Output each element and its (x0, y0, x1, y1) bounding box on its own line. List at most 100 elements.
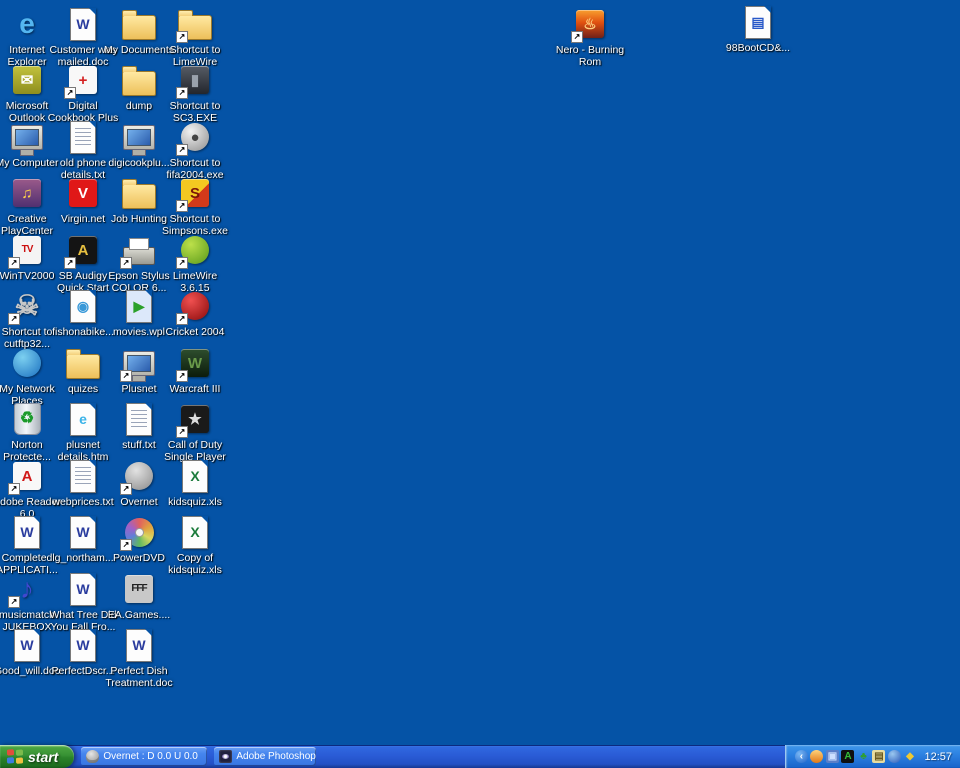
tray-green-tree-icon[interactable]: ♣ (857, 750, 870, 763)
avg-antivirus-icon[interactable]: A (841, 750, 854, 763)
job-hunting-icon (121, 175, 157, 211)
my-computer-icon (9, 119, 45, 155)
tray-network-windows-icon[interactable]: ▣ (826, 750, 839, 763)
call-of-duty-single-player-icon: ★↗ (177, 401, 213, 437)
shortcut-arrow-overlay: ↗ (176, 144, 188, 156)
desktop-icon-label: movies.wpl (113, 326, 165, 338)
creative-playcenter-icon: ♫ (9, 175, 45, 211)
desktop-icon-label: Perfect Dish Treatment.doc (103, 665, 175, 689)
desktop-icon-copy-of-kidsquiz-xls[interactable]: XCopy of kidsquiz.xls (159, 514, 231, 576)
desktop-icon-98bootcd[interactable]: ▤ 98BootCD&... (722, 4, 794, 54)
shortcut-arrow-overlay: ↗ (120, 539, 132, 551)
shortcut-arrow-overlay: ↗ (64, 257, 76, 269)
epson-status-icon[interactable]: ▤ (872, 750, 885, 763)
shortcut-to-sc3-exe-icon: ▮↗ (177, 62, 213, 98)
desktop-icon-label: kidsquiz.xls (168, 496, 222, 508)
fishonabike-icon: ◉ (65, 288, 101, 324)
epson-stylus-color-6-icon: ↗ (121, 232, 157, 268)
desktop-icon-warcraft-iii[interactable]: W↗ Warcraft III (159, 345, 231, 395)
movies-wpl-icon: ▶ (121, 288, 157, 324)
webprices-txt-icon (65, 458, 101, 494)
desktop-icon-shortcut-to-limewire[interactable]: ↗Shortcut to LimeWire (159, 6, 231, 68)
warcraft-iii-icon: W↗ (177, 345, 213, 381)
taskbar: start Overnet : D 0.0 U 0.0 Adobe Photos… (0, 745, 960, 768)
start-button[interactable]: start (0, 745, 74, 768)
shortcut-to-simpsons-exe-icon: S↗ (177, 175, 213, 211)
musicmatch-jukebox-icon: ♪↗ (9, 571, 45, 607)
system-tray: ‹ ▣A♣▤ ◆ 12:57 (785, 745, 960, 768)
virgin-net-icon: V (65, 175, 101, 211)
shortcut-arrow-overlay: ↗ (176, 313, 188, 325)
desktop-icon-perfect-dish-treatment-doc[interactable]: WPerfect Dish Treatment.doc (103, 627, 175, 689)
desktop-icon-limewire-3-6-15[interactable]: ↗LimeWire 3.6.15 (159, 232, 231, 294)
clock[interactable]: 12:57 (924, 751, 952, 763)
plusnet-details-htm-icon: e (65, 401, 101, 437)
my-documents-icon (121, 6, 157, 42)
taskbar-button-adobe-photoshop[interactable]: Adobe Photoshop (214, 747, 316, 766)
shortcut-to-limewire-icon: ↗ (177, 6, 213, 42)
desktop-icon-label: Nero - Burning Rom (554, 44, 626, 68)
powerdvd-icon: ↗ (121, 514, 157, 550)
digital-cookbook-plus-icon: +↗ (65, 62, 101, 98)
photoshop-icon (219, 750, 232, 763)
norton-protecte-icon: ♻ (9, 401, 45, 437)
tray-yellow-diamond-icon[interactable]: ◆ (903, 750, 916, 763)
shortcut-arrow-overlay: ↗ (8, 313, 20, 325)
start-label: start (28, 749, 58, 765)
shortcut-to-fifa2004-exe-icon: ●↗ (177, 119, 213, 155)
desktop-icon-nero-burning-rom[interactable]: ♨↗Nero - Burning Rom (554, 6, 626, 68)
completed-applicati-icon: W (9, 514, 45, 550)
desktop-icon-cricket-2004[interactable]: ↗Cricket 2004 (159, 288, 231, 338)
desktop-icon-label: quizes (68, 383, 98, 395)
taskbar-button-label: Adobe Photoshop (236, 751, 316, 762)
desktop-icon-ea-games[interactable]: FFF EA.Games.... (103, 571, 175, 621)
desktop-icon-shortcut-to-sc3-exe[interactable]: ▮↗Shortcut to SC3.EXE (159, 62, 231, 124)
desktop-icon-call-of-duty-single-player[interactable]: ★↗Call of Duty Single Player (159, 401, 231, 463)
desktop-icon-shortcut-to-fifa2004-exe[interactable]: ●↗Shortcut to fifa2004.exe (159, 119, 231, 181)
shortcut-arrow-overlay: ↗ (120, 257, 132, 269)
microsoft-outlook-icon: ✉ (9, 62, 45, 98)
my-network-places-icon (9, 345, 45, 381)
perfect-dish-treatment-doc-icon: W (121, 627, 157, 663)
ea-games-icon: FFF (121, 571, 157, 607)
tray-orange-agent-icon[interactable] (810, 750, 823, 763)
desktop-icon-kidsquiz-xls[interactable]: Xkidsquiz.xls (159, 458, 231, 508)
stuff-txt-icon (121, 401, 157, 437)
lg-northam-icon: W (65, 514, 101, 550)
customer-was-mailed-doc-icon: W (65, 6, 101, 42)
shortcut-arrow-overlay: ↗ (176, 31, 188, 43)
shortcut-arrow-overlay: ↗ (120, 370, 132, 382)
shortcut-arrow-overlay: ↗ (176, 87, 188, 99)
desktop-icon-label: EA.Games.... (108, 609, 170, 621)
98bootcd-icon: ▤ (740, 4, 776, 40)
what-tree-did-you-fall-fro-icon: W (65, 571, 101, 607)
quizes-icon (65, 345, 101, 381)
limewire-3-6-15-icon: ↗ (177, 232, 213, 268)
shortcut-arrow-overlay: ↗ (176, 257, 188, 269)
wintv2000-icon: TV↗ (9, 232, 45, 268)
shortcut-arrow-overlay: ↗ (571, 31, 583, 43)
nero-burning-rom-icon: ♨↗ (572, 6, 608, 42)
shortcut-arrow-overlay: ↗ (120, 483, 132, 495)
desktop-icon-label: Warcraft III (170, 383, 221, 395)
digicookplu-icon (121, 119, 157, 155)
show-hidden-icons-chevron[interactable]: ‹ (795, 750, 808, 763)
taskbar-button-overnet[interactable]: Overnet : D 0.0 U 0.0 (81, 747, 207, 766)
internet-explorer-icon: e (9, 6, 45, 42)
desktop-icon-label: PowerDVD (113, 552, 165, 564)
shortcut-arrow-overlay: ↗ (8, 596, 20, 608)
plusnet-icon: ↗ (121, 345, 157, 381)
desktop-icon-label: Cricket 2004 (166, 326, 225, 338)
cricket-2004-icon: ↗ (177, 288, 213, 324)
kidsquiz-xls-icon: X (177, 458, 213, 494)
desktop-icon-label: 98BootCD&... (726, 42, 790, 54)
shortcut-arrow-overlay: ↗ (176, 426, 188, 438)
taskbar-button-label: Overnet : D 0.0 U 0.0 (103, 751, 198, 762)
tray-blue-globe-icon[interactable] (888, 750, 901, 763)
desktop-icon-shortcut-to-simpsons-exe[interactable]: S↗Shortcut to Simpsons.exe (159, 175, 231, 237)
desktop: eInternet ExplorerWCustomer was mailed.d… (0, 0, 960, 745)
shortcut-arrow-overlay: ↗ (176, 200, 188, 212)
sb-audigy-quick-start-icon: A↗ (65, 232, 101, 268)
shortcut-arrow-overlay: ↗ (8, 257, 20, 269)
copy-of-kidsquiz-xls-icon: X (177, 514, 213, 550)
